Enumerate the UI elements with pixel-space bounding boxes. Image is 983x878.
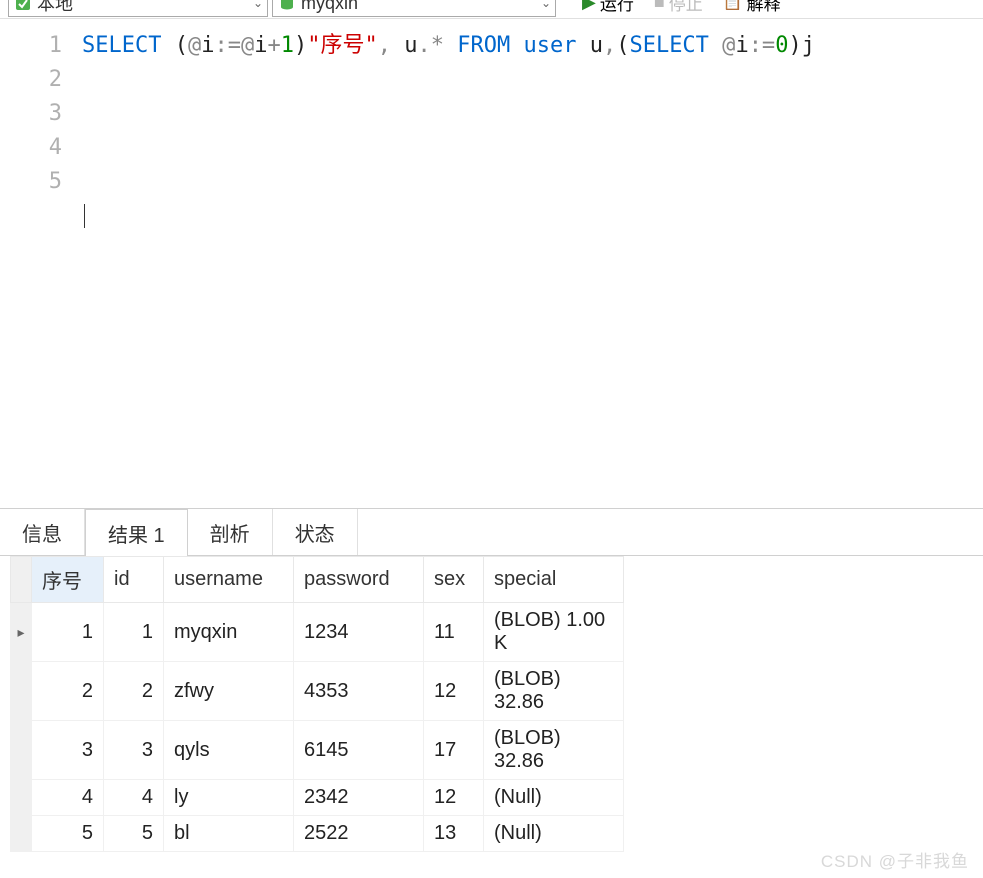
cell-username[interactable]: ly	[164, 780, 294, 816]
col-special[interactable]: special	[484, 557, 624, 603]
cell-sex[interactable]: 11	[424, 603, 484, 662]
col-username[interactable]: username	[164, 557, 294, 603]
table-row[interactable]: 55bl252213(Null)	[11, 816, 624, 852]
cell-password[interactable]: 1234	[294, 603, 424, 662]
stop-icon: ■	[654, 0, 665, 13]
connection-dropdown[interactable]: 本地 ⌄	[8, 0, 268, 17]
cell-id[interactable]: 1	[104, 603, 164, 662]
table-header-row: 序号 id username password sex special	[11, 557, 624, 603]
cell-username[interactable]: qyls	[164, 721, 294, 780]
row-marker	[11, 780, 32, 816]
table-row[interactable]: ▸11myqxin123411(BLOB) 1.00 K	[11, 603, 624, 662]
cell-password[interactable]: 6145	[294, 721, 424, 780]
cell-sex[interactable]: 12	[424, 662, 484, 721]
watermark: CSDN @子非我鱼	[821, 847, 969, 872]
table-row[interactable]: 22zfwy435312(BLOB) 32.86	[11, 662, 624, 721]
cell-username[interactable]: myqxin	[164, 603, 294, 662]
row-marker: ▸	[11, 603, 32, 662]
database-icon	[279, 0, 295, 11]
results-panel: 序号 id username password sex special ▸11m…	[0, 556, 983, 852]
line-number: 1	[0, 29, 62, 63]
table-row[interactable]: 33qyls614517(BLOB) 32.86	[11, 721, 624, 780]
cell-sex[interactable]: 13	[424, 816, 484, 852]
play-icon: ▶	[582, 0, 596, 13]
cell-special[interactable]: (BLOB) 32.86	[484, 721, 624, 780]
cell-password[interactable]: 4353	[294, 662, 424, 721]
row-marker	[11, 662, 32, 721]
line-number: 3	[0, 97, 62, 131]
col-rownum[interactable]: 序号	[32, 557, 104, 603]
cell-username[interactable]: zfwy	[164, 662, 294, 721]
cell-special[interactable]: (Null)	[484, 816, 624, 852]
result-tabs: 信息 结果 1 剖析 状态	[0, 508, 983, 556]
cell-rownum[interactable]: 5	[32, 816, 104, 852]
connection-label: 本地	[37, 0, 247, 16]
cell-sex[interactable]: 17	[424, 721, 484, 780]
result-table: 序号 id username password sex special ▸11m…	[10, 556, 624, 852]
cell-username[interactable]: bl	[164, 816, 294, 852]
row-marker	[11, 816, 32, 852]
connection-icon	[15, 0, 31, 11]
code-area[interactable]: SELECT (@i:=@i+1)"序号", u.* FROM user u,(…	[72, 19, 983, 508]
run-label: 运行	[600, 0, 634, 15]
database-dropdown[interactable]: myqxin ⌄	[272, 0, 556, 17]
cell-rownum[interactable]: 3	[32, 721, 104, 780]
cell-id[interactable]: 5	[104, 816, 164, 852]
col-password[interactable]: password	[294, 557, 424, 603]
cell-password[interactable]: 2342	[294, 780, 424, 816]
cell-special[interactable]: (BLOB) 32.86	[484, 662, 624, 721]
cell-special[interactable]: (BLOB) 1.00 K	[484, 603, 624, 662]
cell-id[interactable]: 3	[104, 721, 164, 780]
cell-sex[interactable]: 12	[424, 780, 484, 816]
tab-status[interactable]: 状态	[273, 509, 358, 555]
cell-rownum[interactable]: 1	[32, 603, 104, 662]
cell-rownum[interactable]: 4	[32, 780, 104, 816]
sql-editor: 1 2 3 4 5 SELECT (@i:=@i+1)"序号", u.* FRO…	[0, 18, 983, 508]
toolbar: 本地 ⌄ myqxin ⌄ ▶ 运行 ■ 停止 📋 解释	[0, 0, 983, 18]
run-button[interactable]: ▶ 运行	[574, 0, 642, 15]
text-cursor	[84, 204, 85, 228]
col-marker	[11, 557, 32, 603]
cell-id[interactable]: 2	[104, 662, 164, 721]
cell-id[interactable]: 4	[104, 780, 164, 816]
tab-info[interactable]: 信息	[0, 509, 85, 555]
database-label: myqxin	[301, 0, 535, 14]
explain-button[interactable]: 📋 解释	[715, 0, 789, 15]
cell-special[interactable]: (Null)	[484, 780, 624, 816]
chevron-down-icon: ⌄	[541, 0, 551, 10]
line-number: 2	[0, 63, 62, 97]
explain-icon: 📋	[723, 0, 743, 12]
col-sex[interactable]: sex	[424, 557, 484, 603]
explain-label: 解释	[747, 0, 781, 15]
stop-label: 停止	[669, 0, 703, 15]
line-number: 4	[0, 131, 62, 165]
col-id[interactable]: id	[104, 557, 164, 603]
cell-rownum[interactable]: 2	[32, 662, 104, 721]
line-gutter: 1 2 3 4 5	[0, 19, 72, 508]
line-number: 5	[0, 165, 62, 199]
stop-button[interactable]: ■ 停止	[646, 0, 711, 15]
tab-result[interactable]: 结果 1	[85, 509, 188, 556]
chevron-down-icon: ⌄	[253, 0, 263, 10]
cell-password[interactable]: 2522	[294, 816, 424, 852]
row-marker	[11, 721, 32, 780]
tab-profile[interactable]: 剖析	[188, 509, 273, 555]
table-row[interactable]: 44ly234212(Null)	[11, 780, 624, 816]
